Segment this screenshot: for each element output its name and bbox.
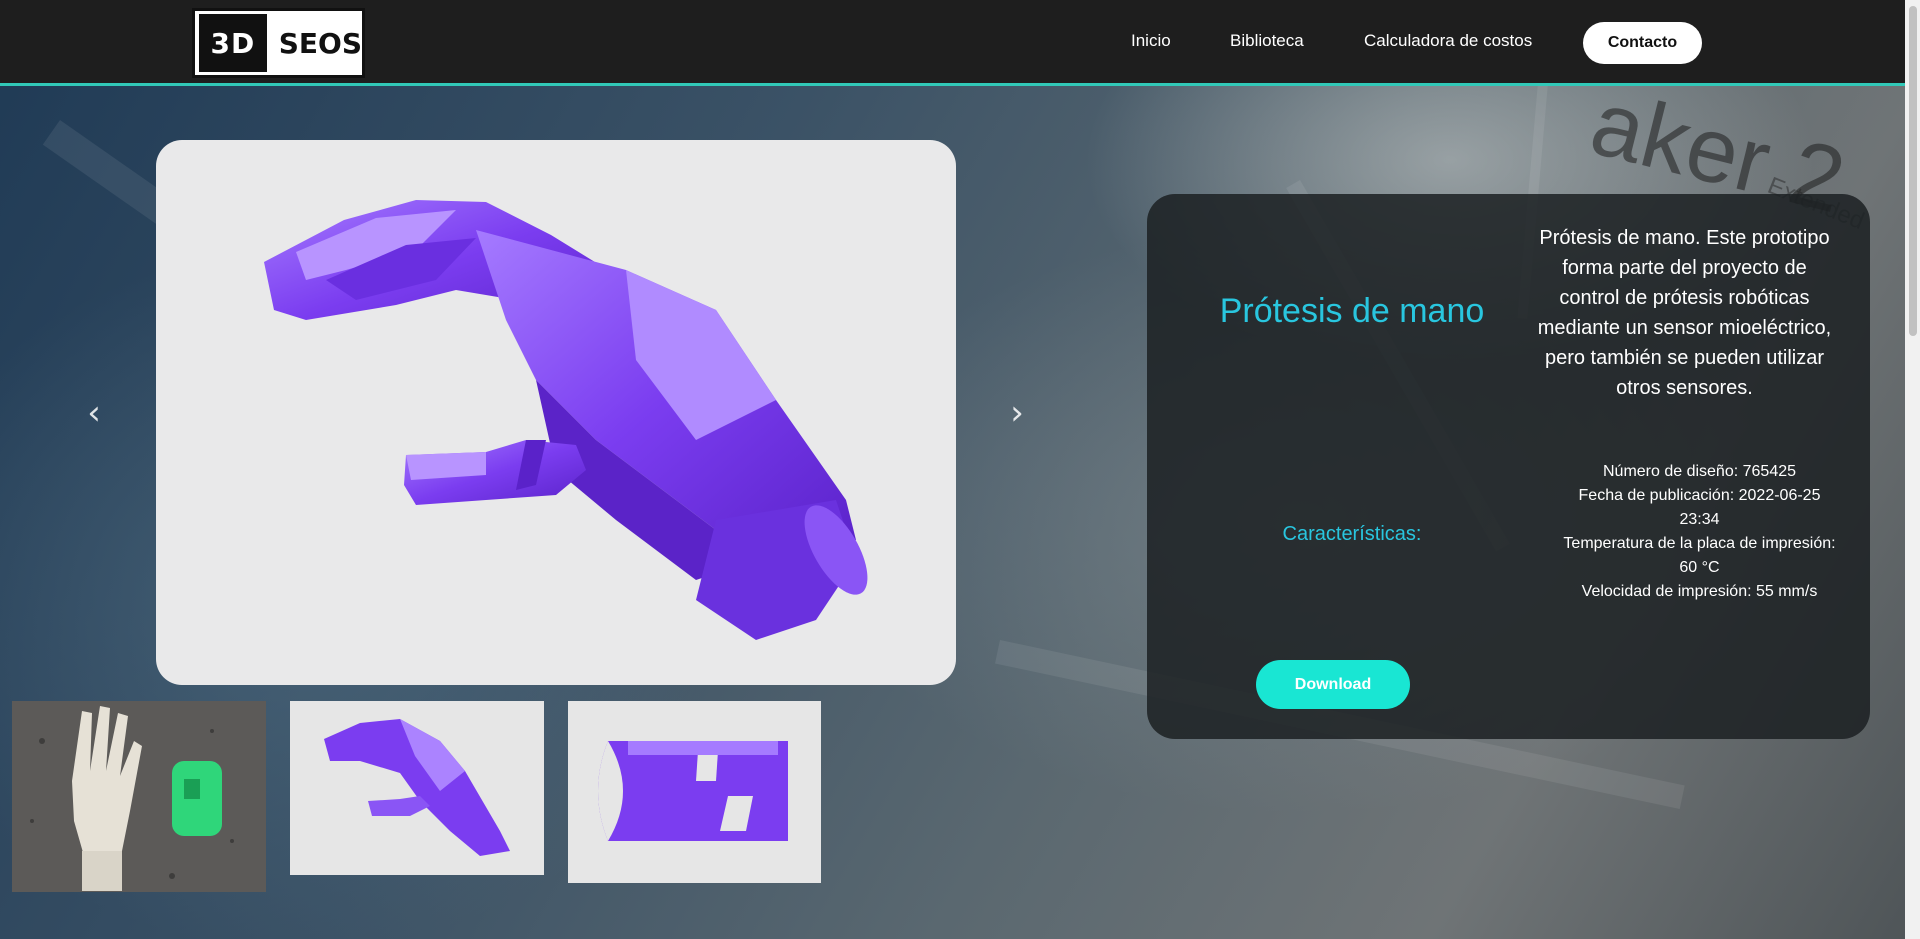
product-title: Prótesis de mano xyxy=(1219,292,1485,330)
site-header: 3D SEOS Inicio Biblioteca Calculadora de… xyxy=(0,0,1920,86)
logo-mark: 3D xyxy=(199,14,267,72)
spec-design-number: Número de diseño: 765425 xyxy=(1602,463,1797,480)
product-info-card: Prótesis de mano Prótesis de mano. Este … xyxy=(1147,194,1870,739)
nav-calculadora[interactable]: Calculadora de costos xyxy=(1364,31,1532,51)
thumbnail-photo[interactable] xyxy=(12,701,266,892)
carousel-next-button[interactable]: › xyxy=(1005,395,1029,431)
socket-render-image xyxy=(598,741,788,841)
download-button[interactable]: Download xyxy=(1256,660,1410,709)
spec-bed-temperature: Temperatura de la placa de impresión: 60… xyxy=(1563,535,1836,576)
thumbnail-socket-render[interactable] xyxy=(568,701,821,883)
site-logo[interactable]: 3D SEOS xyxy=(192,8,365,78)
nav-biblioteca[interactable]: Biblioteca xyxy=(1230,31,1304,51)
spec-publication-date: Fecha de publicación: 2022-06-25 23:34 xyxy=(1578,487,1821,528)
product-description: Prótesis de mano. Este prototipo forma p… xyxy=(1537,227,1832,399)
spec-print-speed: Velocidad de impresión: 55 mm/s xyxy=(1581,583,1818,600)
hand-photo-image xyxy=(12,701,266,892)
features-label: Características: xyxy=(1282,523,1422,545)
hand-model-render xyxy=(264,200,868,640)
thumbnail-hand-render[interactable] xyxy=(290,701,544,875)
carousel-prev-button[interactable]: ‹ xyxy=(82,395,106,431)
nav-inicio[interactable]: Inicio xyxy=(1131,31,1171,51)
page-scrollbar[interactable] xyxy=(1905,0,1920,939)
hand-render-image xyxy=(324,719,510,856)
scrollbar-thumb[interactable] xyxy=(1909,6,1917,336)
logo-word: SEOS xyxy=(278,26,362,60)
carousel-main-image xyxy=(156,140,956,685)
contact-button[interactable]: Contacto xyxy=(1583,22,1702,64)
product-specs: Número de diseño: 765425 Fecha de public… xyxy=(1557,460,1842,604)
